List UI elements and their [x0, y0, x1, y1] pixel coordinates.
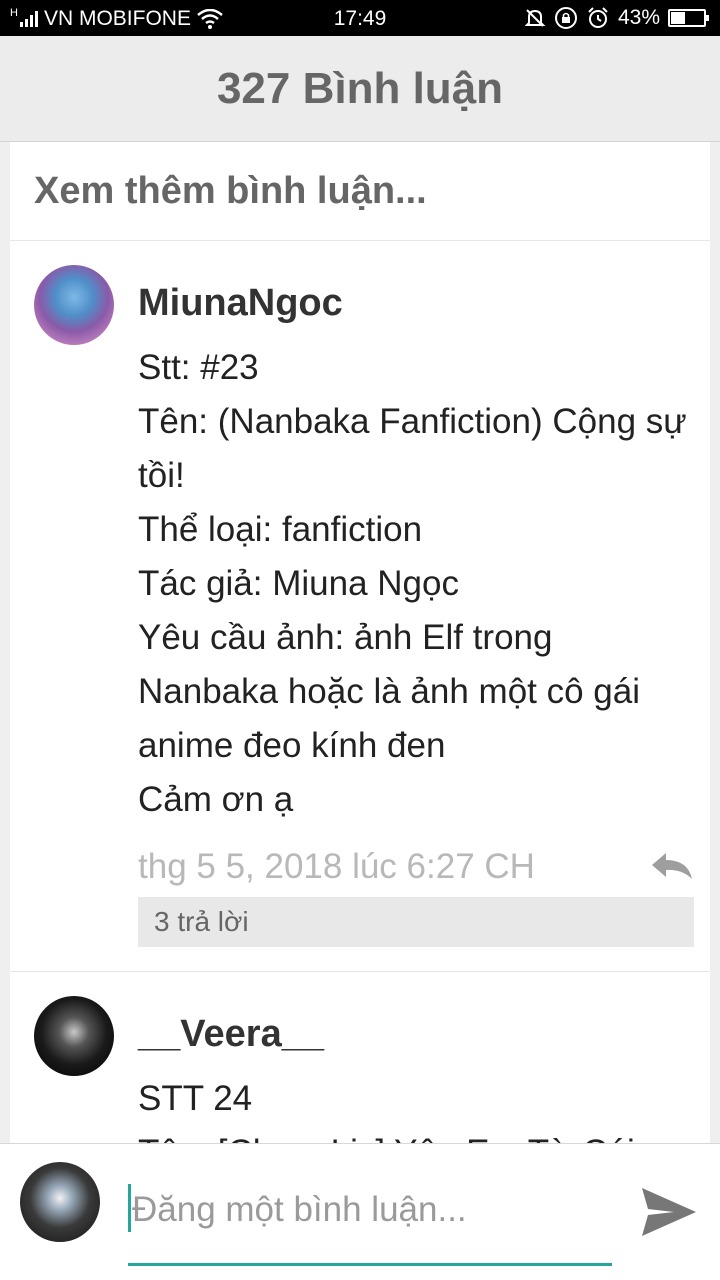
- comment-line: Yêu cầu ảnh: ảnh Elf trong Nanbaka hoặc …: [138, 618, 640, 765]
- comment-line: STT 24: [138, 1079, 253, 1118]
- comment-input-wrapper: [128, 1180, 612, 1266]
- avatar[interactable]: [34, 265, 114, 345]
- comment-timestamp: thg 5 5, 2018 lúc 6:27 CH: [138, 847, 535, 886]
- comment-line: Tên: (Nanbaka Fanfiction) Cộng sự tồi!: [138, 402, 687, 495]
- comment-input[interactable]: [132, 1182, 610, 1238]
- comment-line: Tên: [ChangLix] Yêu Em Từ Cái: [138, 1126, 694, 1143]
- view-replies-button[interactable]: 3 trả lời: [138, 897, 694, 947]
- comment-body: Stt: #23 Tên: (Nanbaka Fanfiction) Cộng …: [138, 341, 694, 827]
- comment-item: MiunaNgoc Stt: #23 Tên: (Nanbaka Fanfict…: [10, 241, 710, 972]
- comments-list[interactable]: Xem thêm bình luận... MiunaNgoc Stt: #23…: [10, 142, 710, 1143]
- comment-username[interactable]: MiunaNgoc: [138, 265, 694, 341]
- comment-line: Tác giả: Miuna Ngọc: [138, 564, 459, 603]
- alarm-icon: [588, 7, 608, 28]
- comment-composer: [0, 1143, 720, 1280]
- reply-icon[interactable]: [650, 851, 694, 881]
- comment-item: __Veera__ STT 24 Tên: [ChangLix] Yêu Em …: [10, 972, 710, 1143]
- comment-line: Cảm ơn ạ: [138, 780, 294, 819]
- text-cursor: [128, 1184, 131, 1232]
- battery-fill: [671, 12, 685, 24]
- avatar[interactable]: [34, 996, 114, 1076]
- mute-icon: [524, 9, 546, 27]
- comment-username[interactable]: __Veera__: [138, 996, 694, 1072]
- battery-icon: [668, 9, 709, 27]
- current-user-avatar: [20, 1162, 100, 1242]
- load-more-comments[interactable]: Xem thêm bình luận...: [10, 142, 710, 241]
- rotation-lock-icon: [554, 7, 577, 29]
- status-right: 43%: [524, 6, 709, 30]
- comment-meta: thg 5 5, 2018 lúc 6:27 CH: [138, 839, 694, 895]
- comment-body: STT 24 Tên: [ChangLix] Yêu Em Từ Cái: [138, 1072, 694, 1143]
- send-icon[interactable]: [640, 1184, 698, 1240]
- comment-line: Stt: #23: [138, 348, 259, 387]
- comment-line: Thể loại: fanfiction: [138, 510, 423, 549]
- battery-percent: 43%: [617, 6, 660, 29]
- status-bar: H VN MOBIFONE 17:49 43%: [0, 0, 720, 36]
- comments-header: 327 Bình luận: [0, 36, 720, 142]
- page-title: 327 Bình luận: [216, 63, 504, 113]
- load-more-label: Xem thêm bình luận...: [34, 169, 427, 212]
